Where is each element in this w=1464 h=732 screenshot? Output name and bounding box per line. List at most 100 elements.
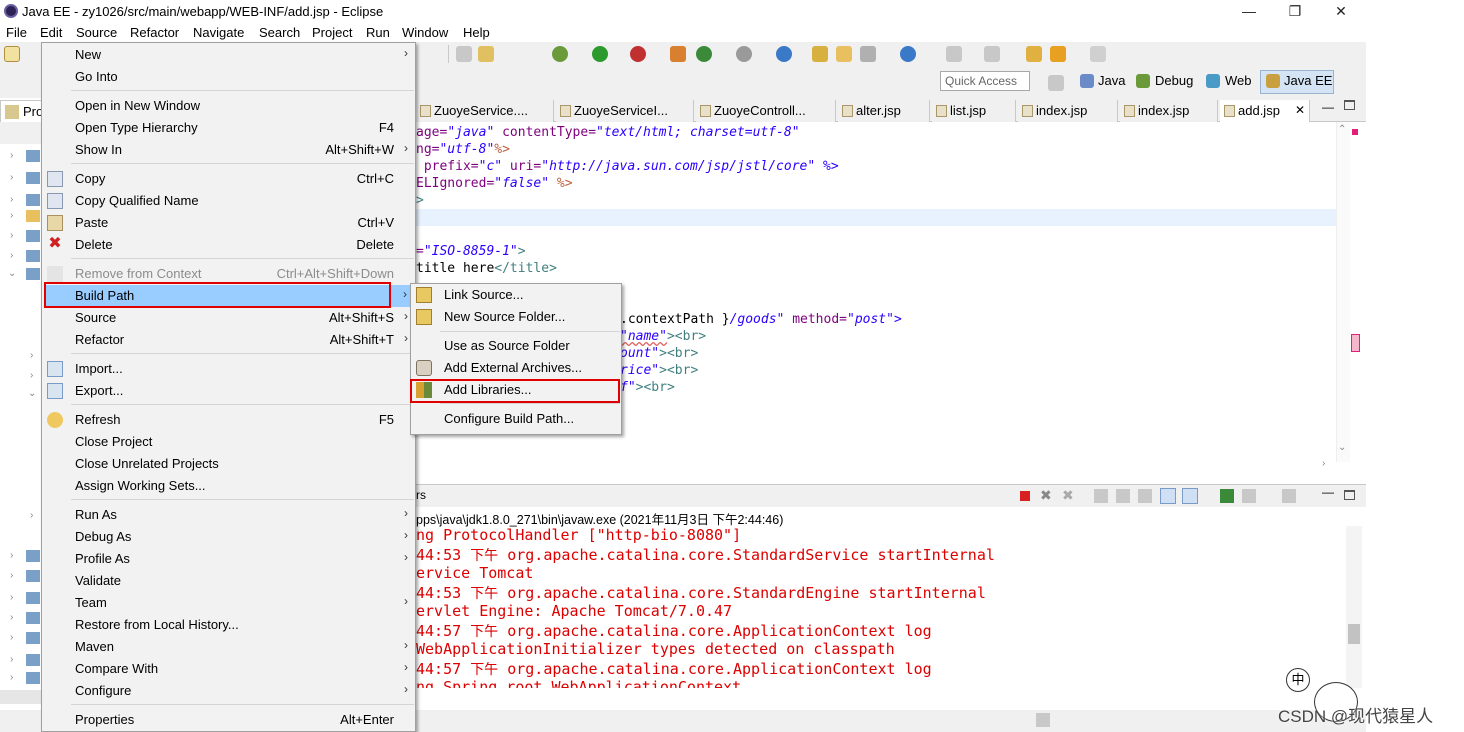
menu-edit[interactable]: Edit [40,25,62,40]
close-button[interactable]: ✕ [1318,1,1364,21]
console-tab-fragment[interactable]: rs [416,488,426,502]
menu-item-close-project[interactable]: Close Project [41,431,414,453]
menu-item-compare-with[interactable]: Compare With › [41,658,414,680]
menu-item-import[interactable]: Import... [41,358,414,380]
menu-item-run-as[interactable]: Run As › [41,504,414,526]
menu-window[interactable]: Window [402,25,448,40]
maximize-console-icon[interactable] [1344,490,1355,500]
project-icon[interactable] [26,632,40,644]
tree-expand-icon[interactable]: › [10,194,13,205]
menu-item-copy[interactable]: Copy Ctrl+C [41,168,414,190]
menu-item-export[interactable]: Export... [41,380,414,402]
menu-item-maven[interactable]: Maven › [41,636,414,658]
menu-item-debug-as[interactable]: Debug As › [41,526,414,548]
perspective-javaee[interactable]: Java EE [1284,73,1332,88]
open-console-icon[interactable] [1282,489,1296,503]
project-icon[interactable] [26,230,40,242]
back-icon[interactable] [1050,46,1066,62]
error-marker-icon[interactable] [1352,129,1358,135]
format-icon[interactable] [456,46,472,62]
menu-help[interactable]: Help [463,25,490,40]
refresh-icon[interactable] [776,46,792,62]
menu-run[interactable]: Run [366,25,390,40]
tree-expand-icon[interactable]: › [10,570,13,581]
tab-zuoyecontroller[interactable]: ZuoyeControll... [696,100,836,122]
menu-item-new[interactable]: New › [41,44,414,66]
terminate-icon[interactable] [1020,491,1030,501]
new-wizard-icon[interactable] [4,46,20,62]
project-icon[interactable] [26,550,40,562]
settings-icon[interactable] [736,46,752,62]
project-icon[interactable] [26,194,40,206]
menu-item-refresh[interactable]: Refresh F5 [41,409,414,431]
menu-item-assign-working-sets[interactable]: Assign Working Sets... [41,475,414,497]
tab-zuoyeservice[interactable]: ZuoyeService.... [416,100,554,122]
perspective-web[interactable]: Web [1225,73,1252,88]
back-nav-icon[interactable] [1026,46,1042,62]
forward-icon[interactable] [1090,46,1106,62]
menu-source[interactable]: Source [76,25,117,40]
tree-collapse-icon[interactable]: ⌄ [28,388,36,399]
tree-expand-icon[interactable]: › [10,550,13,561]
task-icon[interactable] [478,46,494,62]
tree-expand-icon[interactable]: › [30,350,33,361]
project-icon[interactable] [26,612,40,624]
menu-item-go-into[interactable]: Go Into [41,66,414,88]
show-on-output-icon[interactable] [1160,488,1176,504]
perspective-debug[interactable]: Debug [1155,73,1193,88]
menu-project[interactable]: Project [312,25,352,40]
scroll-down-icon[interactable]: ⌄ [1338,442,1346,453]
annotation-icon[interactable] [946,46,962,62]
run-icon[interactable] [592,46,608,62]
menu-item-copy-qualified-name[interactable]: Copy Qualified Name [41,190,414,212]
project-icon[interactable] [26,672,40,684]
run-coverage-icon[interactable] [630,46,646,62]
project-explorer-tab[interactable]: Pro [0,100,44,122]
menu-item-profile-as[interactable]: Profile As › [41,548,414,570]
project-icon[interactable] [26,250,40,262]
maximize-editor-icon[interactable] [1344,100,1355,110]
menu-item-team[interactable]: Team › [41,592,414,614]
tab-zuoyeserviceimpl[interactable]: ZuoyeServiceI... [556,100,694,122]
perspective-java[interactable]: Java [1098,73,1125,88]
tree-expand-icon[interactable]: › [10,632,13,643]
menu-item-close-unrelated-projects[interactable]: Close Unrelated Projects [41,453,414,475]
tab-index-jsp[interactable]: index.jsp [1018,100,1118,122]
project-icon[interactable] [26,172,40,184]
menu-item-configure[interactable]: Configure › [41,680,414,702]
menu-item-properties[interactable]: Properties Alt+Enter [41,709,414,731]
clear-console-icon[interactable] [1094,489,1108,503]
menu-item-show-in[interactable]: Show In Alt+Shift+W › [41,139,414,161]
open-perspective-icon[interactable] [1048,75,1064,91]
open-folder-icon[interactable] [836,46,852,62]
menu-item-paste[interactable]: Paste Ctrl+V [41,212,414,234]
search-tool-icon[interactable] [860,46,876,62]
submenu-item-new-source-folder[interactable]: New Source Folder... [410,306,620,328]
submenu-item-configure-build-path[interactable]: Configure Build Path... [410,408,620,430]
project-icon[interactable] [26,570,40,582]
minimize-button[interactable]: — [1226,1,1272,21]
project-icon[interactable] [26,654,40,666]
display-console-icon[interactable] [1242,489,1256,503]
remove-all-icon[interactable]: ✖ [1062,487,1074,504]
word-wrap-icon[interactable] [1138,489,1152,503]
project-icon[interactable] [26,268,40,280]
tree-expand-icon[interactable]: › [10,250,13,261]
minimize-console-icon[interactable]: — [1322,485,1334,499]
minimize-editor-icon[interactable]: — [1322,100,1334,114]
status-icon[interactable] [1036,713,1050,727]
tree-expand-icon[interactable]: › [10,592,13,603]
menu-refactor[interactable]: Refactor [130,25,179,40]
new-server-icon[interactable] [696,46,712,62]
hscroll-right-icon[interactable]: › [1322,458,1325,469]
tree-expand-icon[interactable]: › [10,172,13,183]
menu-file[interactable]: File [6,25,27,40]
project-icon[interactable] [26,592,40,604]
tree-expand-icon[interactable]: › [10,612,13,623]
explorer-hscrollbar[interactable] [0,690,44,704]
server-icon[interactable] [670,46,686,62]
folder-icon[interactable] [26,210,40,222]
menu-item-open-new-window[interactable]: Open in New Window [41,95,414,117]
tab-index-jsp-2[interactable]: index.jsp [1120,100,1218,122]
tree-collapse-icon[interactable]: ⌄ [8,268,16,279]
